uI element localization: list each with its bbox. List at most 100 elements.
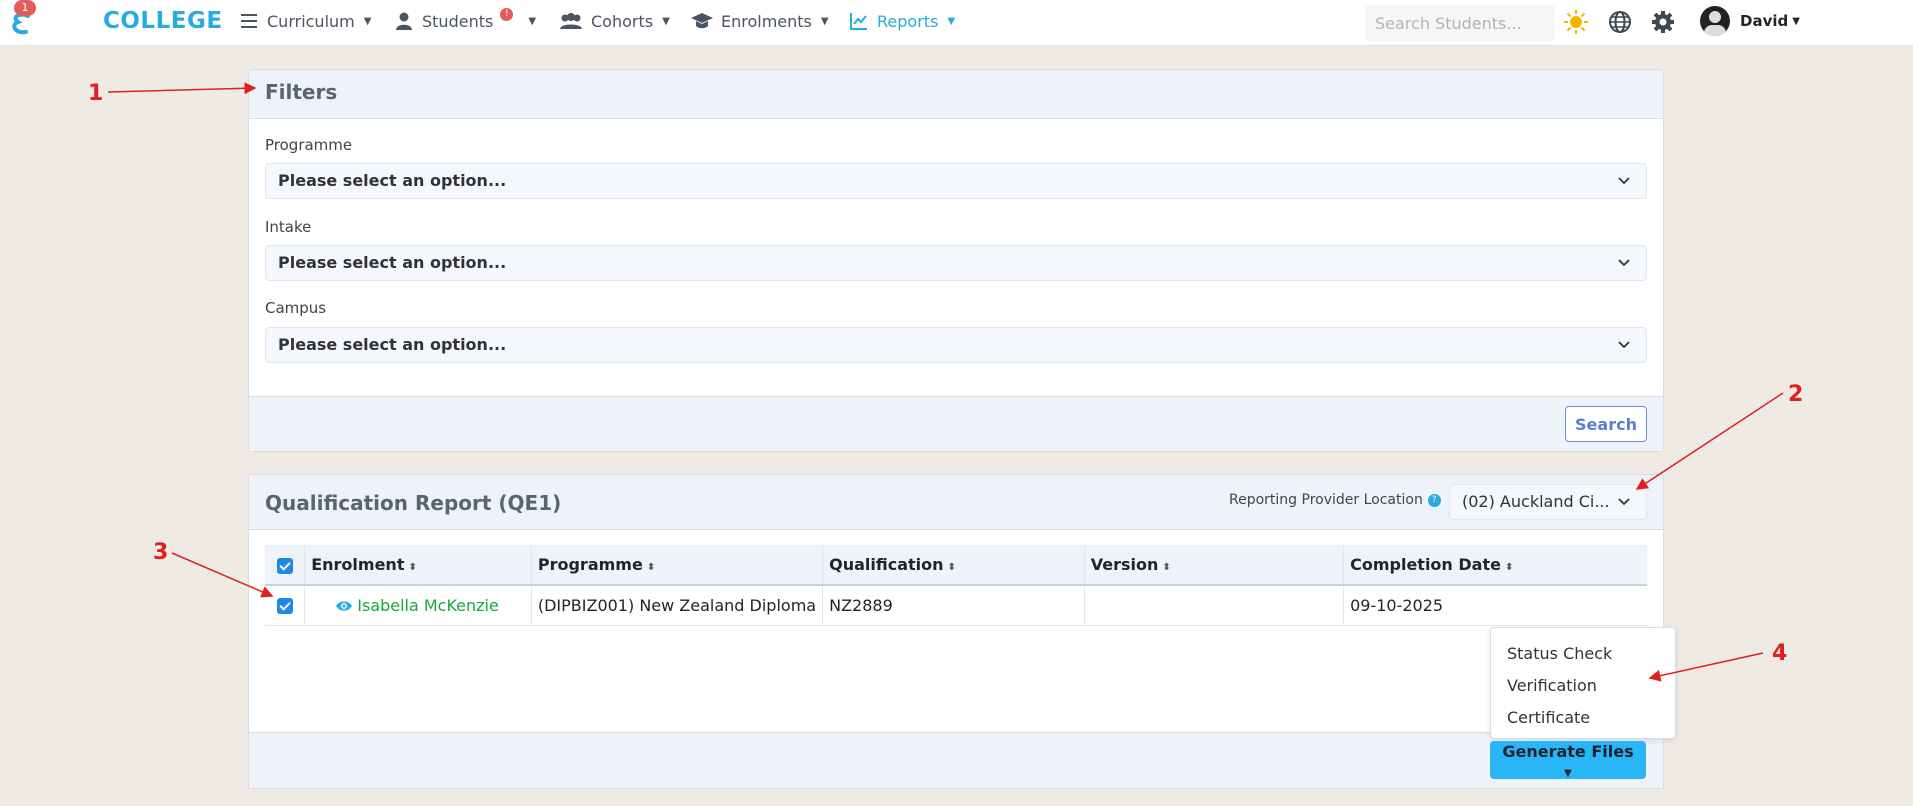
user-menu[interactable]: David ▼ [1700,6,1800,36]
qualification-cell: NZ2889 [822,585,1085,626]
sun-icon[interactable] [1563,9,1589,35]
programme-select-value: Please select an option... [278,171,507,190]
filters-card: Filters Programme Please select an optio… [248,69,1664,452]
caret-down-icon: ▼ [1564,768,1572,779]
sort-icon: ⬍ [646,562,656,573]
programme-label: Programme [265,136,353,154]
caret-down-icon: ▼ [363,15,372,27]
column-programme-label: Programme [537,555,643,574]
version-cell [1084,585,1345,626]
menu-item-certificate-request[interactable]: Certificate Request [1491,702,1675,759]
gear-icon[interactable] [1650,9,1676,35]
avatar [1700,6,1730,36]
table-header-row: Enrolment ⬍ Programme ⬍ Qualification ⬍ Ver… [265,545,1647,586]
intake-label: Intake [265,218,312,236]
column-version-label: Version [1090,555,1159,574]
select-all-cell [265,545,306,586]
sort-icon: ⬍ [1504,562,1514,573]
completion-date-cell: 09-10-2025 [1343,585,1647,626]
student-link[interactable]: Isabella McKenzie [357,596,499,615]
campus-select-value: Please select an option... [278,335,507,354]
annotation-number: 1 [88,81,104,106]
eye-icon[interactable] [335,599,353,613]
users-icon [560,13,582,29]
menu-icon [241,14,257,28]
menu-item-verification[interactable]: Verification [1491,670,1675,702]
generate-files-label: Generate Files [1502,742,1634,761]
caret-down-icon: ▼ [1792,15,1800,27]
report-card: Qualification Report (QE1) Reporting Pro… [248,474,1664,789]
user-name: David [1740,12,1789,30]
chevron-down-icon [1618,259,1630,267]
top-navbar: 1 COLLEGE Curriculum ▼ Students ! ▼ Coho… [0,0,1913,46]
nav-enrolments[interactable]: Enrolments ▼ [690,10,829,32]
rpl-label-text: Reporting Provider Location [1229,492,1423,508]
caret-down-icon: ▼ [528,15,537,27]
column-completion-date-label: Completion Date [1350,555,1501,574]
chevron-down-icon [1618,498,1630,506]
students-alert-badge: ! [500,7,514,21]
programme-select[interactable]: Please select an option... [265,163,1647,199]
annotation-number: 4 [1772,641,1788,666]
caret-down-icon: ▼ [662,15,670,27]
report-title: Qualification Report (QE1) [265,491,562,515]
nav-enrolments-label: Enrolments [721,11,812,31]
filters-header: Filters [249,70,1663,119]
notification-badge[interactable]: 1 [14,0,36,16]
column-enrolment-label: Enrolment [311,555,405,574]
sort-icon: ⬍ [947,562,956,573]
sort-icon: ⬍ [1162,562,1171,573]
column-header-completion-date[interactable]: Completion Date ⬍ [1343,545,1647,586]
nav-reports[interactable]: Reports ▼ [848,10,955,32]
intake-select-value: Please select an option... [278,253,507,272]
nav-reports-label: Reports [877,11,939,31]
nav-curriculum-label: Curriculum [267,11,355,31]
rpl-select-value: (02) Auckland Ci... [1462,492,1610,511]
graduation-cap-icon [691,13,713,29]
nav-students[interactable]: Students ! ▼ [393,7,537,32]
nav-curriculum[interactable]: Curriculum ▼ [238,10,371,32]
caret-down-icon: ▼ [947,15,956,27]
chevron-down-icon [1618,177,1630,185]
chevron-down-icon [1618,341,1630,349]
report-table: Enrolment ⬍ Programme ⬍ Qualification ⬍ Ver… [265,545,1647,626]
search-button[interactable]: Search [1565,406,1647,442]
reporting-provider-location-select[interactable]: (02) Auckland Ci... [1449,484,1647,520]
generate-files-button[interactable]: Generate Files ▼ [1490,741,1646,779]
table-row: Isabella McKenzie (DIPBIZ001) New Zealan… [265,585,1647,626]
column-header-enrolment[interactable]: Enrolment ⬍ [304,545,532,586]
report-footer [249,732,1663,788]
brand-name[interactable]: COLLEGE [103,8,223,34]
column-header-programme[interactable]: Programme ⬍ [531,545,824,586]
annotation-number: 3 [153,540,169,565]
globe-icon[interactable] [1607,9,1633,35]
column-qualification-label: Qualification [829,555,944,574]
column-header-version[interactable]: Version ⬍ [1084,545,1345,586]
chart-line-icon [850,13,867,30]
search-students-input[interactable] [1365,5,1555,41]
select-all-checkbox[interactable] [277,557,293,574]
reporting-provider-location-label: Reporting Provider Location? [1229,492,1441,508]
caret-down-icon: ▼ [820,15,829,27]
campus-select[interactable]: Please select an option... [265,327,1647,363]
intake-select[interactable]: Please select an option... [265,245,1647,281]
user-icon [396,12,412,30]
menu-item-status-check[interactable]: Status Check [1491,638,1675,670]
filters-footer: Search [249,396,1663,451]
row-checkbox[interactable] [277,598,293,615]
filters-title: Filters [265,80,338,104]
enrolment-cell: Isabella McKenzie [304,585,532,626]
annotation-number: 2 [1788,382,1804,407]
sort-icon: ⬍ [408,562,417,573]
campus-label: Campus [265,299,327,317]
nav-cohorts[interactable]: Cohorts ▼ [558,10,670,32]
report-header: Qualification Report (QE1) Reporting Pro… [249,475,1663,530]
help-icon[interactable]: ? [1427,493,1441,507]
nav-students-label: Students [422,11,494,31]
column-header-qualification[interactable]: Qualification ⬍ [822,545,1085,586]
annotation-arrow-1 [107,82,257,95]
programme-cell: (DIPBIZ001) New Zealand Diploma [531,585,824,626]
generate-files-menu: Status Check Verification Certificate Re… [1490,627,1676,759]
nav-cohorts-label: Cohorts [591,11,654,31]
row-select-cell [265,585,306,626]
